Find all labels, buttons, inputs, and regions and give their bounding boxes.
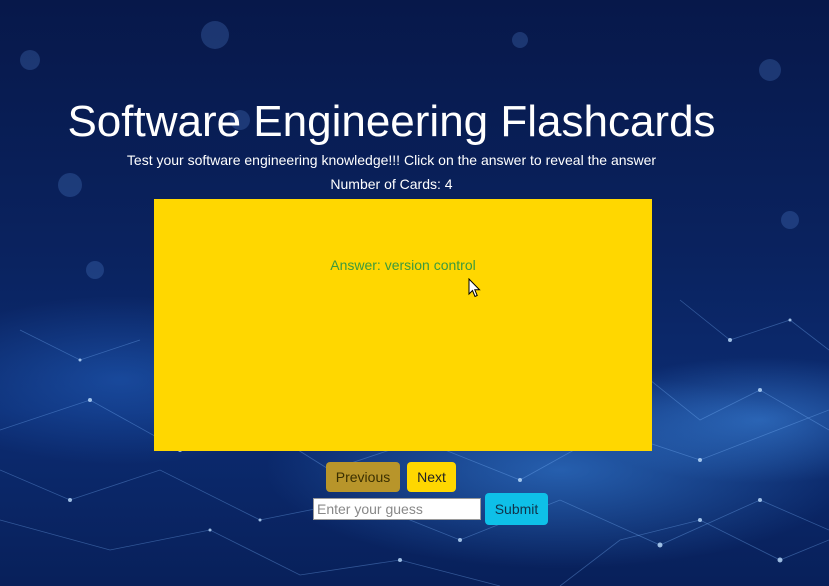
card-count: Number of Cards: 4 bbox=[330, 176, 453, 192]
arrow-cursor-icon bbox=[468, 278, 481, 298]
submit-button[interactable]: Submit bbox=[485, 493, 548, 525]
flashcard-text: Answer: version control bbox=[330, 257, 476, 273]
next-button[interactable]: Next bbox=[407, 462, 456, 492]
page-subtitle: Test your software engineering knowledge… bbox=[126, 152, 657, 168]
page-title: Software Engineering Flashcards bbox=[67, 97, 716, 146]
flashcard[interactable]: Answer: version control bbox=[154, 199, 652, 451]
guess-input[interactable] bbox=[313, 498, 481, 520]
previous-button[interactable]: Previous bbox=[326, 462, 400, 492]
